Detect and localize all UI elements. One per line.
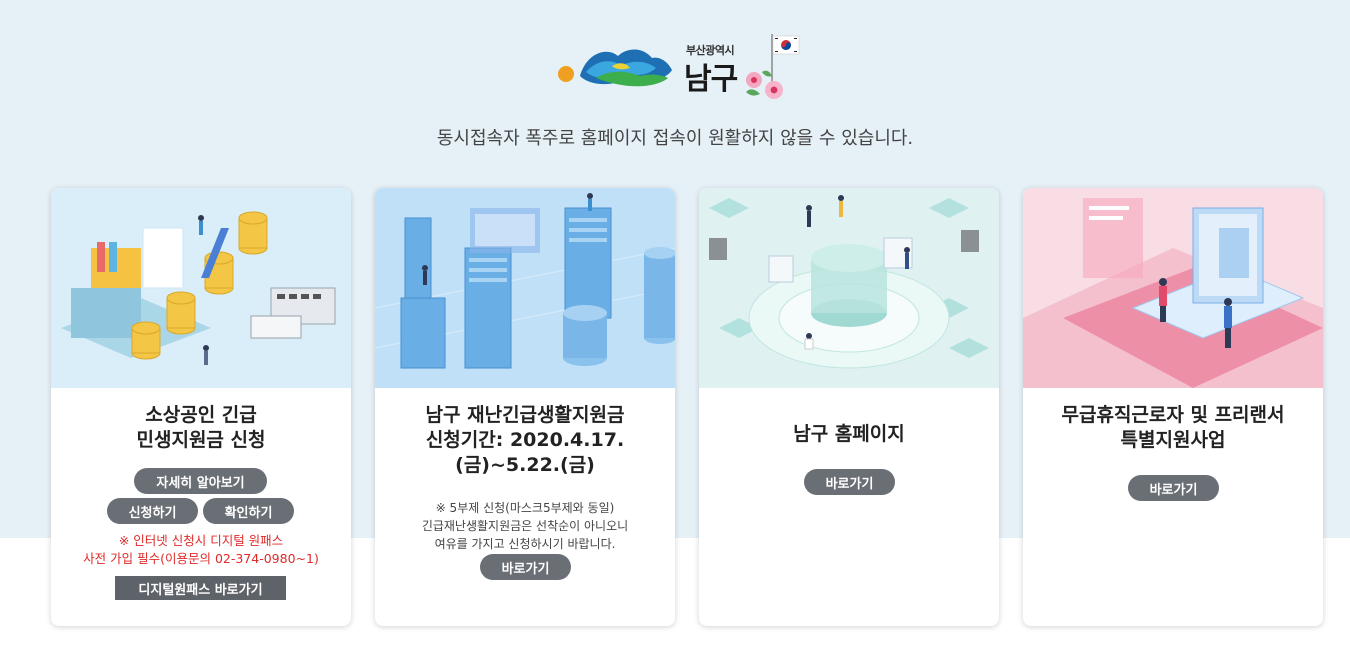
data-platform-illustration [699, 188, 999, 388]
korean-flag-flower-icon [746, 34, 800, 99]
logo-emblem-icon [558, 49, 672, 87]
disaster-fund-go-button[interactable]: 바로가기 [480, 554, 571, 580]
apply-button[interactable]: 신청하기 [107, 498, 198, 524]
card2-title-line2: 신청기간: 2020.4.17. [425, 429, 625, 451]
rotation-note-line2: 긴급재난생활지원금은 선착순이 아니오니 [421, 519, 629, 533]
onepass-note-line1: ※ 인터넷 신청시 디지털 원패스 [118, 533, 284, 548]
card4-title-line2: 특별지원사업 [1120, 429, 1226, 451]
card2-title-line3: (금)~5.22.(금) [455, 454, 595, 476]
coins-finance-illustration [51, 188, 351, 388]
access-notice: 동시접속자 폭주로 홈페이지 접속이 원활하지 않을 수 있습니다. [436, 128, 914, 149]
card-namgu-homepage: 남구 홈페이지 바로가기 [699, 188, 999, 626]
server-data-illustration [375, 188, 675, 388]
homepage-go-button[interactable]: 바로가기 [804, 469, 895, 495]
namgu-logo[interactable]: 부산광역시 남구 [556, 28, 806, 102]
learn-more-button[interactable]: 자세히 알아보기 [134, 468, 267, 494]
card2-title-line1: 남구 재난긴급생활지원금 [425, 404, 625, 426]
header: 부산광역시 남구 동시접속자 폭주로 홈페이지 접속이 원활하지 않을 수 있습… [0, 0, 1350, 180]
freelancer-go-button[interactable]: 바로가기 [1128, 475, 1219, 501]
card1-title-line1: 소상공인 긴급 [145, 404, 257, 426]
rotation-note-line1: ※ 5부제 신청(마스크5부제와 동일) [435, 501, 615, 515]
digital-onepass-button[interactable]: 디지털원패스 바로가기 [115, 576, 286, 600]
card1-title-line2: 민생지원금 신청 [136, 429, 266, 451]
onepass-note-line2: 사전 가입 필수(이용문의 02-374-0980~1) [83, 551, 319, 566]
card-disaster-relief-fund: 남구 재난긴급생활지원금 신청기간: 2020.4.17. (금)~5.22.(… [375, 188, 675, 626]
card-small-business-support: 소상공인 긴급 민생지원금 신청 자세히 알아보기 신청하기 확인하기 ※ 인터… [51, 188, 351, 626]
card-freelancer-support: 무급휴직근로자 및 프리랜서 특별지원사업 바로가기 [1023, 188, 1323, 626]
logo-title: 남구 [684, 62, 738, 97]
laptop-workers-illustration [1023, 188, 1323, 388]
card3-title: 남구 홈페이지 [793, 423, 905, 445]
check-button[interactable]: 확인하기 [203, 498, 294, 524]
rotation-note-line3: 여유를 가지고 신청하시기 바랍니다. [434, 537, 616, 551]
card4-title-line1: 무급휴직근로자 및 프리랜서 [1061, 404, 1285, 426]
